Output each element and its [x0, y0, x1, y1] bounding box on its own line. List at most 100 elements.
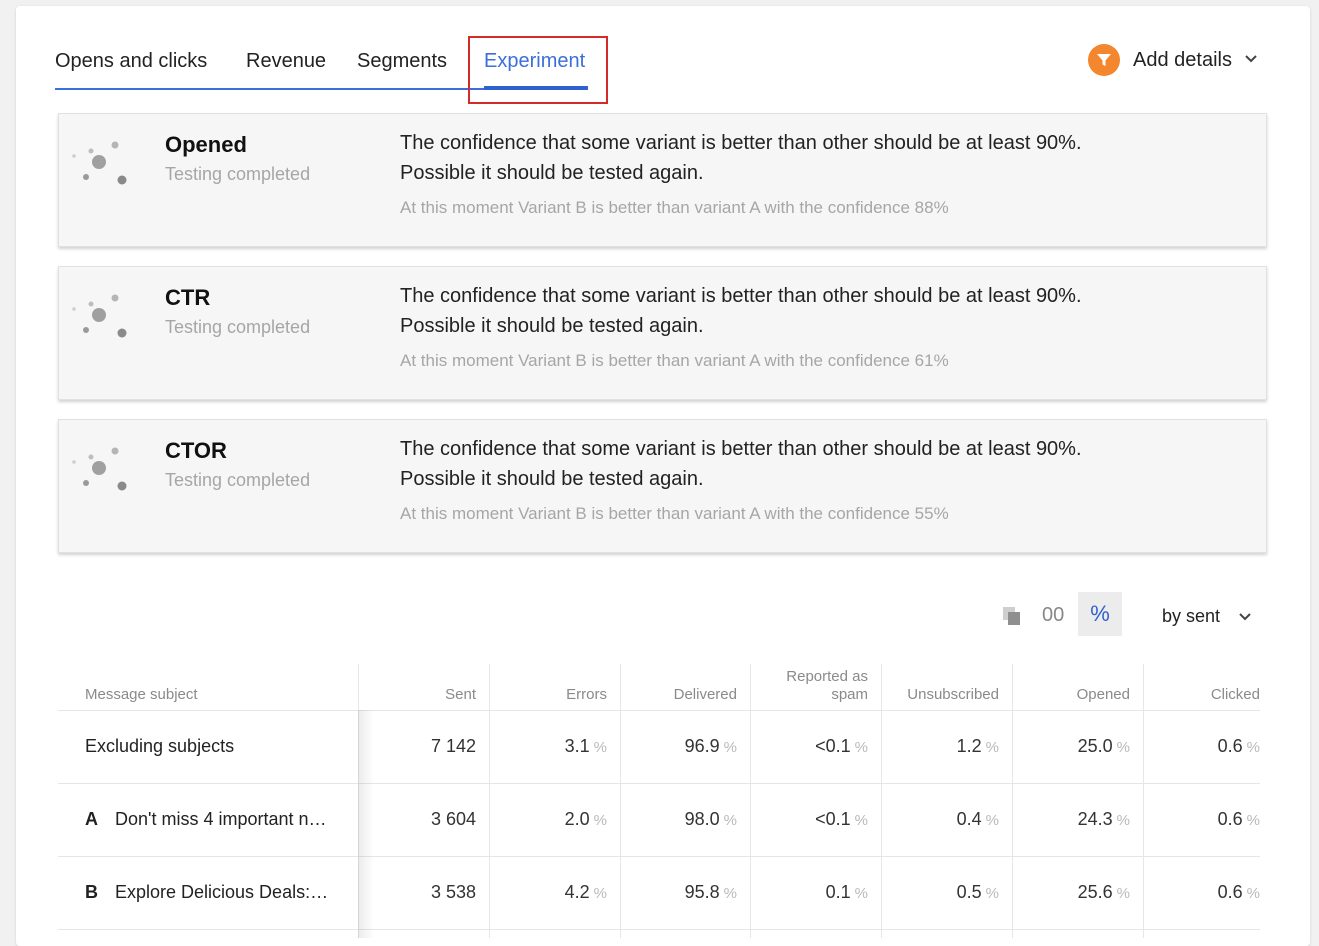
unit-label: %	[985, 885, 999, 902]
cell-value: 0.6	[1217, 736, 1243, 756]
metric-status: Testing completed	[165, 317, 311, 337]
header-spam-line1: Reported as	[786, 668, 868, 685]
variant-subject: Explore Delicious Deals: ...	[115, 882, 330, 902]
cell-unsubscribed: 1.2%	[882, 736, 999, 757]
cell-value: 3 538	[430, 882, 476, 902]
copy-icon[interactable]	[1002, 606, 1022, 626]
add-details-label: Add details	[1133, 48, 1232, 71]
cell-spam: 0.1%	[751, 882, 868, 903]
header-unsubscribed[interactable]: Unsubscribed	[882, 664, 999, 710]
results-table: Message subject Sent Errors Delivered Re…	[58, 664, 1260, 938]
unit-label: %	[593, 739, 607, 756]
cell-value: 0.5	[956, 882, 982, 902]
cell-value: <0.1	[815, 736, 851, 756]
percent-values-toggle[interactable]: %	[1078, 592, 1122, 636]
add-details-button[interactable]: Add details	[1088, 44, 1258, 76]
metric-status: Testing completed	[165, 470, 311, 490]
cell-value: 24.3	[1077, 809, 1113, 829]
active-tab-indicator	[484, 86, 588, 90]
cell-value: 1.2	[956, 736, 982, 756]
unit-label: %	[723, 739, 737, 756]
unit-label: %	[723, 812, 737, 829]
unit-label: %	[1246, 812, 1260, 829]
header-errors[interactable]: Errors	[490, 664, 607, 710]
variant-subject: Don't miss 4 important ne...	[115, 809, 330, 829]
result-message-line2: Possible it should be tested again.	[400, 315, 704, 337]
result-card-ctr: CTR Testing completed The confidence tha…	[58, 266, 1267, 400]
cell-value: 4.2	[564, 882, 590, 902]
tab-segments[interactable]: Segments	[357, 50, 447, 73]
variant-letter: A	[85, 809, 98, 829]
result-message: The confidence that some variant is bett…	[400, 438, 1082, 460]
cell-sent: 3 538	[359, 882, 476, 903]
variant-letter: B	[85, 882, 98, 902]
cell-clicked: 0.6%	[1143, 736, 1260, 757]
spinner-icon	[72, 141, 127, 185]
header-message-subject: Message subject	[85, 686, 198, 703]
cell-value: 25.6	[1077, 882, 1113, 902]
unit-label: %	[854, 885, 868, 902]
spinner-icon	[72, 294, 127, 338]
row-divider	[58, 710, 1260, 711]
header-opened[interactable]: Opened	[1013, 664, 1130, 710]
unit-label: %	[593, 885, 607, 902]
cell-value: 96.9	[684, 736, 720, 756]
cell-clicked: 0.6%	[1143, 809, 1260, 830]
header-clicked[interactable]: Clicked	[1143, 664, 1260, 710]
unit-label: %	[1246, 739, 1260, 756]
cell-delivered: 98.0%	[620, 809, 737, 830]
cell-value: 7 142	[430, 736, 476, 756]
funnel-icon	[1088, 44, 1120, 76]
unit-label: %	[985, 739, 999, 756]
cell-value: 98.0	[684, 809, 720, 829]
cell-unsubscribed: 0.4%	[882, 809, 999, 830]
unit-label: %	[1116, 739, 1130, 756]
result-note: At this moment Variant B is better than …	[400, 351, 949, 370]
tab-opens-and-clicks[interactable]: Opens and clicks	[55, 50, 207, 73]
unit-label: %	[593, 812, 607, 829]
chevron-down-icon	[1238, 606, 1252, 627]
header-sent[interactable]: Sent	[359, 664, 476, 710]
result-note: At this moment Variant B is better than …	[400, 504, 949, 523]
cell-value: 0.1	[825, 882, 851, 902]
cell-sent: 7 142	[359, 736, 476, 757]
tab-revenue[interactable]: Revenue	[246, 50, 326, 73]
cell-errors: 4.2%	[490, 882, 607, 903]
cell-delivered: 96.9%	[620, 736, 737, 757]
metric-name: CTR	[165, 285, 211, 310]
cell-spam: <0.1%	[751, 809, 868, 830]
unit-label: %	[985, 812, 999, 829]
row-divider	[58, 783, 1260, 784]
header-delivered[interactable]: Delivered	[620, 664, 737, 710]
chevron-down-icon	[1244, 51, 1258, 69]
cell-delivered: 95.8%	[620, 882, 737, 903]
result-note: At this moment Variant B is better than …	[400, 198, 949, 217]
result-card-opened: Opened Testing completed The confidence …	[58, 113, 1267, 247]
row-subject[interactable]: A Don't miss 4 important ne...	[85, 809, 330, 830]
table-controls: 00 % by sent	[0, 592, 1319, 636]
cell-errors: 2.0%	[490, 809, 607, 830]
unit-label: %	[854, 739, 868, 756]
row-divider	[58, 929, 1260, 930]
cell-errors: 3.1%	[490, 736, 607, 757]
sort-dropdown[interactable]: by sent	[1162, 606, 1252, 627]
cell-value: 3 604	[430, 809, 476, 829]
header-reported-as-spam[interactable]: Reported as spam	[751, 664, 868, 710]
unit-label: %	[854, 812, 868, 829]
result-message: The confidence that some variant is bett…	[400, 285, 1082, 307]
metric-status: Testing completed	[165, 164, 311, 184]
row-divider	[58, 856, 1260, 857]
cell-value: 2.0	[564, 809, 590, 829]
cell-spam: <0.1%	[751, 736, 868, 757]
cell-sent: 3 604	[359, 809, 476, 830]
row-subject[interactable]: B Explore Delicious Deals: ...	[85, 882, 330, 903]
cell-value: 95.8	[684, 882, 720, 902]
unit-label: %	[1246, 885, 1260, 902]
tab-experiment[interactable]: Experiment	[484, 50, 585, 73]
cell-value: 0.6	[1217, 882, 1243, 902]
absolute-values-toggle[interactable]: 00	[1042, 604, 1064, 627]
cell-value: 0.6	[1217, 809, 1243, 829]
cell-opened: 25.0%	[1013, 736, 1130, 757]
result-message: The confidence that some variant is bett…	[400, 132, 1082, 154]
result-message-line2: Possible it should be tested again.	[400, 162, 704, 184]
